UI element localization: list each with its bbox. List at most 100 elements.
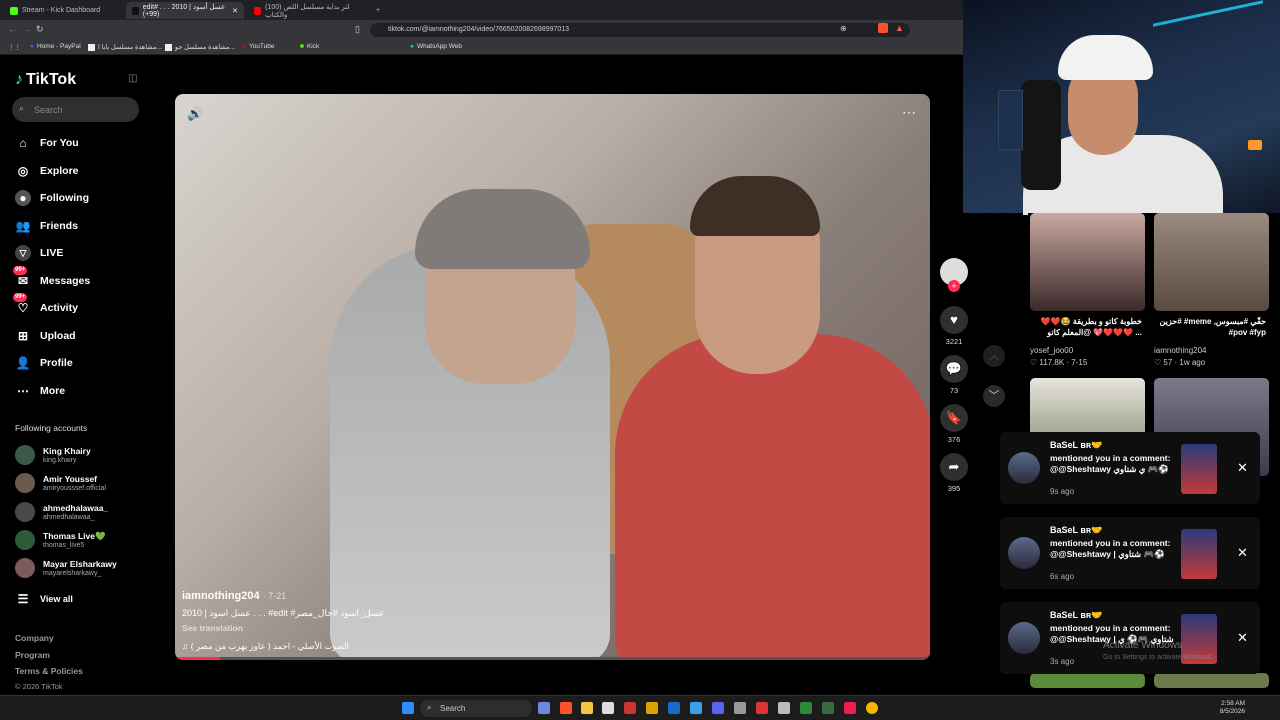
browser-tab[interactable]: (100) لتر بداية مسلسل اللص والكتاب — [248, 2, 368, 19]
bookmark-item[interactable]: مشاهدة مسلسل بابا ا... — [88, 43, 162, 51]
tiktok-icon[interactable] — [844, 702, 856, 714]
bookmark-item[interactable]: ● WhatsApp Web — [410, 43, 462, 50]
mention-notification[interactable]: BaSeL ʙʀ🤝 mentioned you in a comment: @@… — [1000, 602, 1260, 674]
apps-icon[interactable]: ⋮⋮ — [8, 43, 21, 51]
edge-icon[interactable] — [690, 702, 702, 714]
kick-icon: ■ — [300, 43, 304, 50]
app-icon[interactable] — [822, 702, 834, 714]
app-icon[interactable] — [778, 702, 790, 714]
forward-icon[interactable]: → — [22, 24, 31, 34]
bookmark-item[interactable]: مشاهدة مسلسل جو... — [165, 43, 235, 51]
avatar — [15, 530, 35, 550]
activity-badge: 99+ — [13, 293, 28, 302]
video-progress-bar[interactable] — [175, 657, 930, 660]
video-username[interactable]: iamnothing204 — [182, 590, 260, 602]
comment-button[interactable]: 💬 73 — [940, 355, 968, 395]
video-player[interactable]: 🔊 ⋯ iamnothing204 · 7-21 2010 | عسل اسود… — [175, 94, 930, 660]
close-icon[interactable]: ✕ — [1237, 460, 1248, 476]
close-icon[interactable]: ✕ — [1237, 630, 1248, 646]
video-meta: ♡ 57 · 1w ago — [1154, 358, 1206, 367]
search-input[interactable]: ⌕ Search — [12, 97, 139, 122]
view-all-button[interactable]: ☰ View all — [15, 591, 73, 607]
upload-icon: ⊞ — [17, 329, 29, 343]
footer-link[interactable]: Program — [15, 650, 50, 660]
following-account[interactable]: Mayar Elsharkawy mayarelsharkawy_ — [15, 558, 117, 578]
browser-tab[interactable]: Stream - Kick Dashboard — [4, 2, 124, 19]
whatsapp-icon: ● — [410, 43, 414, 50]
nav-messages[interactable]: ✉ 99+ Messages — [13, 266, 90, 289]
footer-link[interactable]: Terms & Policies — [15, 666, 83, 676]
footer-link[interactable]: Company — [15, 633, 54, 643]
follow-plus-icon[interactable]: + — [948, 280, 960, 292]
see-translation-link[interactable]: See translation — [182, 623, 782, 633]
back-icon[interactable]: ← — [8, 24, 17, 34]
collapse-sidebar-icon[interactable]: ◫ — [128, 73, 137, 84]
like-button[interactable]: ♥ 3221 — [940, 306, 968, 346]
nav-more[interactable]: ⋯ More — [15, 383, 65, 399]
video-thumbnail[interactable] — [1154, 213, 1269, 311]
mention-notification[interactable]: BaSeL ʙʀ🤝 mentioned you in a comment: @@… — [1000, 517, 1260, 589]
app-icon[interactable] — [624, 702, 636, 714]
video-user[interactable]: yosef_joo00 — [1030, 346, 1073, 355]
following-account[interactable]: Amir Youssef amiryousssef.official — [15, 473, 106, 493]
video-thumbnail[interactable] — [1030, 213, 1145, 311]
avatar — [15, 502, 35, 522]
taskbar-search[interactable]: ⌕ Search — [420, 700, 532, 717]
creator-avatar[interactable]: + — [940, 258, 968, 292]
video-user[interactable]: iamnothing204 — [1154, 346, 1206, 355]
chevron-down-icon: ﹀ — [988, 390, 1000, 402]
more-options-icon[interactable]: ⋯ — [902, 104, 916, 121]
video-progress-fill — [175, 657, 221, 660]
next-video-button[interactable]: ﹀ — [983, 385, 1005, 407]
browser-tab-active[interactable]: edit# . . . 2010 | عسل أسود (99+) ✕ — [126, 2, 244, 19]
nav-profile[interactable]: 👤 Profile — [15, 355, 73, 371]
windows-start-icon[interactable] — [402, 702, 414, 714]
tiktok-logo[interactable]: ♪ TikTok — [15, 71, 76, 89]
url-input[interactable]: tiktok.com/@iamnothing204/video/76650200… — [370, 23, 910, 37]
heart-icon: ♥ — [940, 306, 968, 334]
steam-icon[interactable] — [668, 702, 680, 714]
reload-icon[interactable]: ↻ — [36, 24, 44, 35]
bookmark-item[interactable]: ● YouTube — [242, 43, 274, 50]
store-icon[interactable] — [602, 702, 614, 714]
following-account[interactable]: King Khairy king.khairy — [15, 445, 91, 465]
nav-friends[interactable]: 👥 Friends — [15, 218, 78, 234]
file-explorer-icon[interactable] — [581, 702, 593, 714]
zoom-icon[interactable]: ⊕ — [840, 24, 847, 33]
save-button[interactable]: 🔖 376 — [940, 404, 968, 444]
chrome-icon[interactable] — [866, 702, 878, 714]
nav-for-you[interactable]: ⌂ For You — [15, 135, 78, 151]
copilot-icon[interactable] — [538, 702, 550, 714]
video-description: 2010 | عسل اسود . . . #edit #عسل_اسود #ح… — [182, 608, 385, 618]
following-account[interactable]: Thomas Live💚 thomas_live5 — [15, 530, 106, 550]
new-tab-button[interactable]: + — [370, 2, 384, 19]
app-icon[interactable] — [646, 702, 658, 714]
brave-shield-icon[interactable] — [878, 23, 888, 33]
video-sound[interactable]: ♫ الصوت الأصلي - احمد ( عاوز يهرب من مصر… — [182, 641, 782, 652]
app-icon[interactable] — [756, 702, 768, 714]
nav-live[interactable]: ▽ LIVE — [15, 245, 63, 261]
app-icon[interactable] — [800, 702, 812, 714]
video-thumbnail[interactable] — [1154, 673, 1269, 688]
nav-following[interactable]: ● Following — [15, 190, 89, 206]
discord-icon[interactable] — [712, 702, 724, 714]
following-account[interactable]: ahmedhalawaa_ ahmedhalawaa_ — [15, 502, 108, 522]
close-icon[interactable]: ✕ — [1237, 545, 1248, 561]
app-icon[interactable] — [734, 702, 746, 714]
mention-notification[interactable]: BaSeL ʙʀ🤝 mentioned you in a comment: @@… — [1000, 432, 1260, 504]
video-caption: خطوبة كاتو و بطريقة 😂❤️❤️ @المعلم كاتو 💖… — [1040, 317, 1142, 337]
share-button[interactable]: ➦ 395 — [940, 453, 968, 493]
bookmark-item[interactable]: ■ Kick — [300, 43, 319, 50]
extension-icon[interactable]: ▲ — [895, 23, 904, 33]
nav-upload[interactable]: ⊞ Upload — [15, 328, 76, 344]
bookmark-icon[interactable]: ▯ — [355, 24, 360, 35]
previous-video-button[interactable]: ︿ — [983, 345, 1005, 367]
video-thumbnail[interactable] — [1030, 673, 1145, 688]
nav-explore[interactable]: ◎ Explore — [15, 163, 79, 179]
close-icon[interactable]: ✕ — [232, 7, 238, 15]
taskbar-clock[interactable]: 2:58 AM 8/5/2026 — [1220, 700, 1245, 716]
bookmark-item[interactable]: ● Home - PayPal — [30, 43, 81, 50]
volume-icon[interactable]: 🔊 — [187, 106, 203, 122]
nav-activity[interactable]: ♡ 99+ Activity — [13, 293, 78, 316]
brave-icon[interactable] — [560, 702, 572, 714]
